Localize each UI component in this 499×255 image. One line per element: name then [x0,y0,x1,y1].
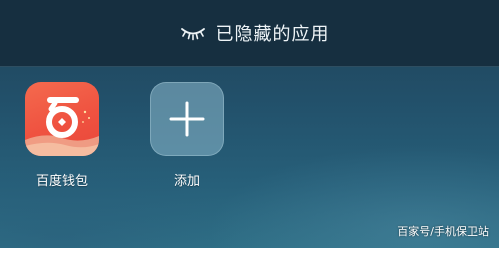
page-title: 已隐藏的应用 [215,24,330,45]
app-baidu-wallet[interactable]: 百度钱包 [17,82,107,189]
add-tile[interactable] [150,82,224,156]
plus-icon [169,101,205,137]
add-app-button[interactable]: 添加 [142,82,232,189]
hidden-apps-screen: 已隐藏的应用 百度钱包 添加 百家号/手机保卫站 [0,0,499,248]
bottom-margin [0,248,499,255]
app-label-add: 添加 [173,174,200,189]
baidu-wallet-icon[interactable] [25,82,99,156]
header-content: 已隐藏的应用 [180,20,330,46]
app-label-baidu-wallet: 百度钱包 [35,174,88,189]
watermark-text: 百家号/手机保卫站 [397,225,489,238]
eye-closed-icon [180,28,205,41]
header-bar: 已隐藏的应用 [0,0,499,67]
baidu-wallet-logo [25,97,99,156]
